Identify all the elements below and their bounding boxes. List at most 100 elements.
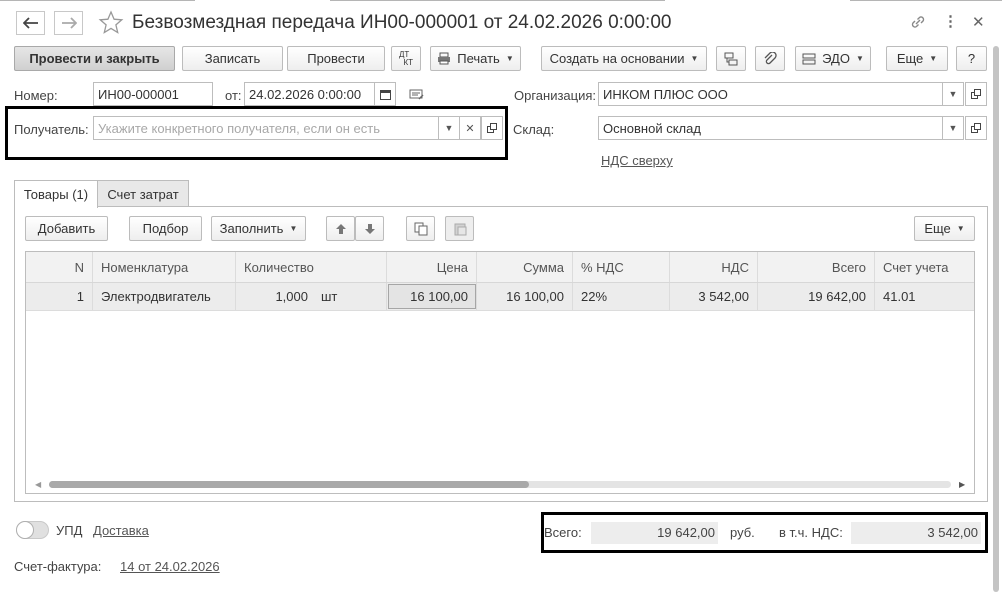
date-label: от: xyxy=(225,88,242,103)
table-row[interactable]: 1 Электродвигатель 1,000 шт 16 100,00 16… xyxy=(26,283,974,311)
column-header-total[interactable]: Всего xyxy=(758,252,875,282)
upd-toggle[interactable] xyxy=(16,521,49,539)
link-icon[interactable] xyxy=(909,13,927,35)
structure-button[interactable] xyxy=(716,46,746,71)
open-window-icon xyxy=(487,123,497,133)
date-field[interactable]: 24.02.2026 0:00:00 xyxy=(244,82,375,106)
table-more-button[interactable]: Еще ▼ xyxy=(914,216,975,241)
warehouse-dropdown[interactable]: ▼ xyxy=(942,116,964,140)
move-down-button[interactable] xyxy=(355,216,384,241)
cell-total[interactable]: 19 642,00 xyxy=(758,283,875,310)
copy-button[interactable] xyxy=(406,216,435,241)
recipient-open-button[interactable] xyxy=(481,116,503,140)
recipient-label: Получатель: xyxy=(14,122,89,137)
cell-sum[interactable]: 16 100,00 xyxy=(477,283,573,310)
cell-quantity[interactable]: 1,000 xyxy=(236,283,316,310)
post-button[interactable]: Провести xyxy=(287,46,385,71)
delivery-link[interactable]: Доставка xyxy=(93,523,149,538)
help-button[interactable]: ? xyxy=(956,46,987,71)
organization-label: Организация: xyxy=(514,88,597,103)
organization-open-button[interactable] xyxy=(965,82,987,106)
selection-button[interactable]: Подбор xyxy=(129,216,202,241)
move-up-button[interactable] xyxy=(326,216,355,241)
chevron-down-icon: ▼ xyxy=(444,123,454,133)
number-label: Номер: xyxy=(14,88,58,103)
cell-vat[interactable]: 3 542,00 xyxy=(670,283,758,310)
paperclip-icon xyxy=(764,51,777,64)
total-label: Всего: xyxy=(544,525,582,540)
open-window-icon xyxy=(971,89,981,99)
cell-account[interactable]: 41.01 xyxy=(875,283,974,310)
dt-kt-button[interactable]: ДТ КТ xyxy=(391,46,421,71)
paste-button[interactable] xyxy=(445,216,474,241)
recipient-clear-button[interactable]: ✕ xyxy=(459,116,481,140)
recipient-field[interactable]: Укажите конкретного получателя, если он … xyxy=(93,116,439,140)
scroll-right-icon[interactable]: ▶ xyxy=(959,480,965,489)
window-top-border xyxy=(0,0,1002,4)
dt-kt-icon: ДТ КТ xyxy=(399,49,413,67)
cell-item[interactable]: Электродвигатель xyxy=(93,283,236,310)
scrollbar-thumb[interactable] xyxy=(49,481,529,488)
create-based-on-button[interactable]: Создать на основании ▼ xyxy=(541,46,707,71)
close-icon[interactable]: ✕ xyxy=(972,13,985,31)
forward-button[interactable] xyxy=(54,11,83,35)
more-vertical-icon[interactable]: ⋮ xyxy=(943,12,958,30)
vertical-scrollbar-thumb[interactable] xyxy=(993,46,999,592)
goods-table[interactable]: N Номенклатура Количество Цена Сумма % Н… xyxy=(25,251,975,494)
warehouse-field[interactable]: Основной склад xyxy=(598,116,943,140)
back-button[interactable] xyxy=(16,11,45,35)
attach-button[interactable] xyxy=(755,46,785,71)
print-button[interactable]: Печать ▼ xyxy=(430,46,521,71)
favorite-star-icon[interactable] xyxy=(98,10,124,39)
save-button[interactable]: Записать xyxy=(182,46,283,71)
cell-vat-rate[interactable]: 22% xyxy=(573,283,670,310)
edo-button[interactable]: ЭДО ▼ xyxy=(795,46,871,71)
chevron-down-icon: ▼ xyxy=(855,54,864,63)
open-window-icon xyxy=(971,123,981,133)
number-field[interactable]: ИН00-000001 xyxy=(93,82,213,106)
printer-icon xyxy=(438,52,451,65)
table-more-label: Еще xyxy=(924,221,951,236)
scroll-left-icon[interactable]: ◀ xyxy=(35,480,41,489)
vat-on-top-link[interactable]: НДС сверху xyxy=(601,153,673,168)
more-button[interactable]: Еще ▼ xyxy=(886,46,948,71)
cell-price[interactable]: 16 100,00 xyxy=(387,283,477,310)
column-header-quantity[interactable]: Количество xyxy=(236,252,387,282)
column-header-vat[interactable]: НДС xyxy=(670,252,758,282)
copy-icon xyxy=(414,222,427,235)
column-header-item[interactable]: Номенклатура xyxy=(93,252,236,282)
column-header-n[interactable]: N xyxy=(26,252,93,282)
post-and-close-button[interactable]: Провести и закрыть xyxy=(14,46,175,71)
tab-goods[interactable]: Товары (1) xyxy=(14,180,98,208)
fill-label: Заполнить xyxy=(219,221,284,236)
fill-button[interactable]: Заполнить ▼ xyxy=(211,216,306,241)
chevron-down-icon: ▼ xyxy=(948,89,958,99)
column-header-account[interactable]: Счет учета xyxy=(875,252,974,282)
warehouse-open-button[interactable] xyxy=(965,116,987,140)
arrow-left-icon xyxy=(22,17,38,29)
vertical-scrollbar[interactable] xyxy=(993,40,999,592)
calendar-icon xyxy=(379,89,391,100)
cell-unit[interactable]: шт xyxy=(313,283,387,310)
column-header-vat-rate[interactable]: % НДС xyxy=(573,252,670,282)
organization-dropdown[interactable]: ▼ xyxy=(942,82,964,106)
chevron-down-icon: ▼ xyxy=(690,54,699,63)
column-header-sum[interactable]: Сумма xyxy=(477,252,573,282)
recipient-placeholder: Укажите конкретного получателя, если он … xyxy=(98,120,381,136)
recipient-dropdown[interactable]: ▼ xyxy=(438,116,460,140)
horizontal-scrollbar[interactable] xyxy=(49,481,951,488)
arrow-down-icon xyxy=(364,223,375,234)
currency-label: руб. xyxy=(730,525,755,540)
organization-field[interactable]: ИНКОМ ПЛЮС ООО xyxy=(598,82,943,106)
arrow-right-icon xyxy=(61,17,77,29)
tab-cost-account[interactable]: Счет затрат xyxy=(97,180,189,207)
print-label: Печать xyxy=(457,51,500,66)
upd-label: УПД xyxy=(56,523,83,538)
add-row-button[interactable]: Добавить xyxy=(25,216,108,241)
column-header-price[interactable]: Цена xyxy=(387,252,477,282)
chevron-down-icon: ▼ xyxy=(505,54,514,63)
comment-edit-icon[interactable] xyxy=(409,88,425,105)
invoice-link[interactable]: 14 от 24.02.2026 xyxy=(120,559,220,574)
total-value: 19 642,00 xyxy=(657,525,715,540)
calendar-button[interactable] xyxy=(374,82,396,106)
